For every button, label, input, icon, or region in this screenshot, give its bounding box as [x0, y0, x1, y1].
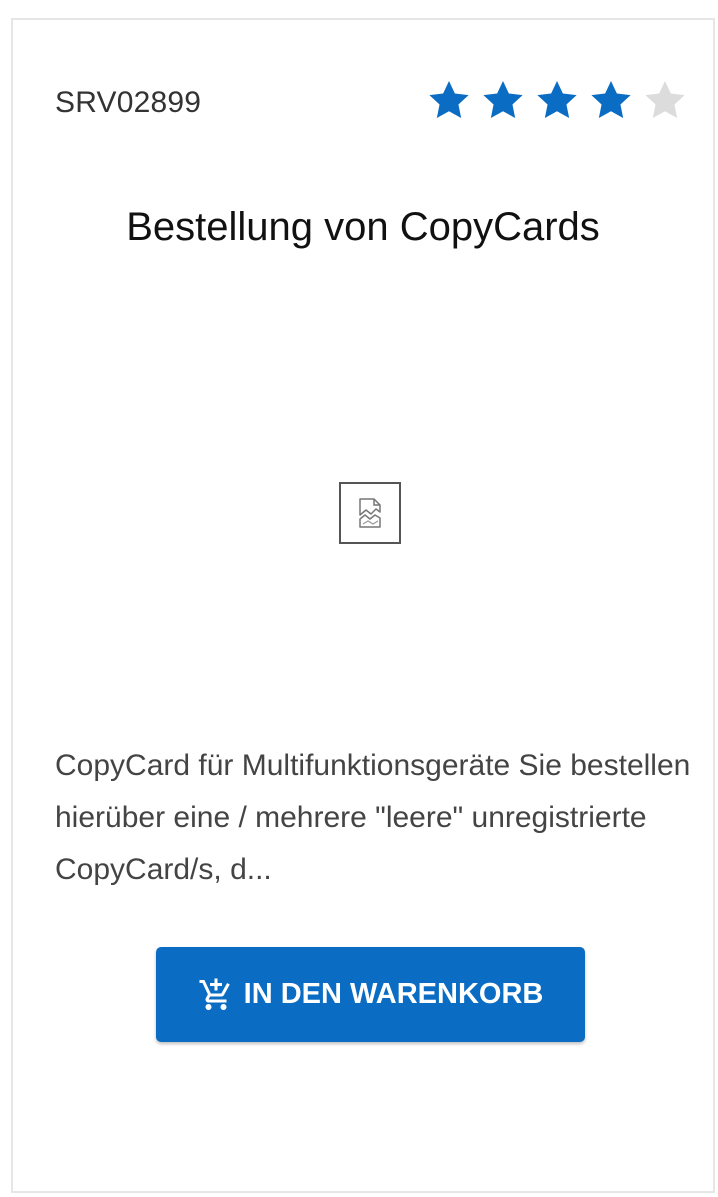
broken-image-icon[interactable]: [339, 482, 401, 544]
product-sku: SRV02899: [55, 86, 202, 119]
product-title[interactable]: Bestellung von CopyCards: [13, 205, 713, 250]
add-to-cart-label: IN DEN WARENKORB: [243, 978, 544, 1010]
star-icon: [533, 76, 581, 124]
star-rating: [425, 76, 689, 124]
product-description: CopyCard für Multifunktionsgeräte Sie be…: [55, 749, 691, 886]
add-to-cart-icon: [198, 977, 234, 1013]
star-icon: [479, 76, 527, 124]
star-icon: [425, 76, 473, 124]
add-to-cart-button[interactable]: IN DEN WARENKORB: [156, 947, 585, 1042]
star-icon: [641, 76, 689, 124]
product-card[interactable]: SRV02899 Bestellung von CopyCards CopyCa…: [11, 18, 715, 1193]
star-icon: [587, 76, 635, 124]
